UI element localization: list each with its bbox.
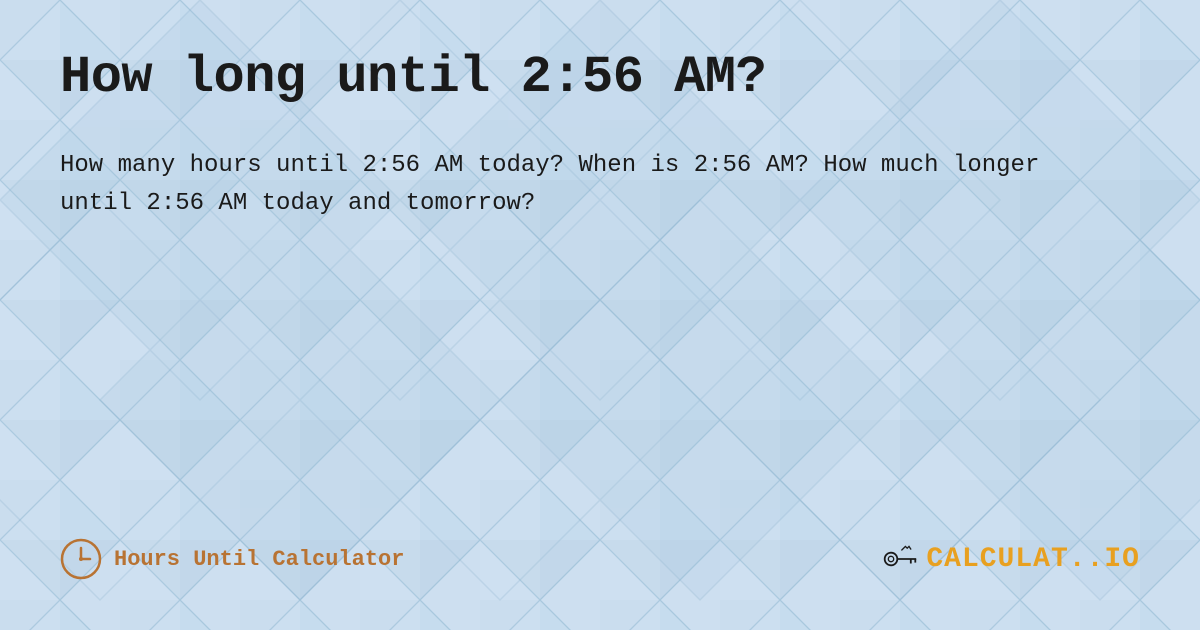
page-footer: Hours Until Calculator CALCULAT..IO <box>60 538 1140 590</box>
page-description: How many hours until 2:56 AM today? When… <box>60 147 1110 224</box>
brand-dot: . <box>1069 544 1087 575</box>
calculat-io-icon <box>882 541 918 577</box>
calculat-io-brand: CALCULAT..IO <box>882 541 1140 577</box>
brand-text: CALCULAT..IO <box>926 544 1140 575</box>
clock-icon <box>60 538 102 580</box>
hours-calculator-brand: Hours Until Calculator <box>60 538 404 580</box>
hours-calculator-label: Hours Until Calculator <box>114 547 404 572</box>
page-title: How long until 2:56 AM? <box>60 48 1140 107</box>
brand-prefix: CALCULAT <box>926 544 1068 575</box>
brand-suffix: .IO <box>1087 544 1140 575</box>
